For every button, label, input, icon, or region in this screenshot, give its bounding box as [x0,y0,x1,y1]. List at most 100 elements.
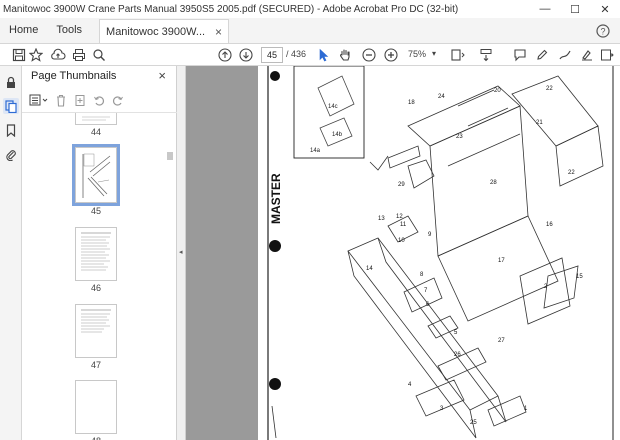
print-icon[interactable] [70,46,88,64]
thumbnail-label: 47 [90,360,101,370]
zoom-out-icon[interactable] [360,46,378,64]
callout-number: 11 [400,222,407,228]
scroll-mode-icon[interactable] [477,46,495,64]
thumbnail-label: 45 [90,206,101,216]
select-cursor-icon[interactable] [314,46,332,64]
callout-number: 28 [490,180,497,186]
panel-toolbar [28,91,126,109]
callout-number: 24 [438,94,445,100]
callout-number: 6 [426,302,430,308]
document-view[interactable]: MASTER 14c 14b 14a 18 24 20 22 23 21 22 … [186,66,620,440]
thumbnail-options-icon[interactable] [28,92,50,108]
page-total: / 436 [286,49,307,59]
window-title: Manitowoc 3900W Crane Parts Manual 3950S… [3,3,459,15]
document-tab[interactable]: Manitowoc 3900W... × [99,19,230,43]
search-icon[interactable] [90,46,108,64]
collapse-panel-arrow[interactable]: ◂ [179,248,183,256]
callout-number: 4 [408,382,412,388]
rotate-left-icon[interactable] [91,92,107,108]
callout-number: 26 [454,352,461,358]
draw-icon[interactable] [556,46,574,64]
window-controls: — ☐ ✕ [530,0,620,18]
thumbnail-page-46[interactable] [75,227,117,281]
callout-number: 22 [546,86,553,92]
master-label: MASTER [269,173,283,224]
document-tab-close-button[interactable]: × [215,25,222,39]
thumbnail-page-44[interactable] [75,113,117,125]
thumbnail-label: 48 [71,436,121,440]
callout-number: 2 [544,284,548,290]
callout-number: 20 [494,88,501,94]
parts-drawing: MASTER 14c 14b 14a 18 24 20 22 23 21 22 … [267,66,614,440]
title-bar: Manitowoc 3900W Crane Parts Manual 3950S… [0,0,620,18]
callout-number: 27 [498,338,505,344]
insert-page-icon[interactable] [72,92,88,108]
zoom-dropdown-arrow[interactable]: ▾ [432,49,436,58]
thumbnail-label: 46 [90,283,101,293]
previous-page-icon[interactable] [216,46,234,64]
toolbar: 45 / 436 75% ▾ [0,44,620,66]
navigation-rail [0,66,22,440]
thumbnail-label: 44 [90,127,101,137]
maximize-button[interactable]: ☐ [560,0,590,18]
pdf-page: MASTER 14c 14b 14a 18 24 20 22 23 21 22 … [258,66,620,440]
callout-number: 25 [470,420,477,426]
callout-number: 12 [396,214,403,220]
panel-title: Page Thumbnails [31,70,117,82]
page-number-input[interactable]: 45 [261,47,283,63]
panel-splitter[interactable]: ◂ [177,66,186,440]
menu-tools[interactable]: Tools [47,17,91,43]
callout-number: 8 [420,272,424,278]
callout-number: 22 [568,170,575,176]
thumbnail-page-47[interactable] [75,304,117,358]
callout-number: 5 [454,330,458,336]
inset-label-14a: 14a [310,148,321,154]
callout-number: 18 [408,100,415,106]
callout-number: 16 [546,222,553,228]
callout-number: 7 [424,288,428,294]
bookmarks-icon[interactable] [3,122,19,138]
callout-number: 23 [456,134,463,140]
callout-number: 29 [398,182,405,188]
callout-number: 1 [524,406,528,412]
save-icon[interactable] [10,46,28,64]
callout-number: 17 [498,258,505,264]
zoom-in-icon[interactable] [382,46,400,64]
bookmark-star-icon[interactable] [27,46,45,64]
sign-icon[interactable] [578,46,596,64]
next-page-icon[interactable] [237,46,255,64]
attachments-icon[interactable] [3,146,19,162]
thumbnail-page-48[interactable] [75,380,117,434]
callout-number: 14 [366,266,373,272]
close-window-button[interactable]: ✕ [590,0,620,18]
thumbnail-page-45[interactable] [72,144,120,206]
svg-text:?: ? [600,27,605,37]
rotate-right-icon[interactable] [110,92,126,108]
highlight-pen-icon[interactable] [533,46,551,64]
document-tab-label: Manitowoc 3900W... [106,25,206,38]
callout-number: 13 [378,216,385,222]
more-tools-icon[interactable] [598,46,616,64]
panel-close-button[interactable]: × [158,68,166,83]
callout-number: 10 [398,238,405,244]
scrollbar-thumb[interactable] [167,152,173,160]
callout-number: 21 [536,120,543,126]
thumbnails-scrollbar[interactable] [167,116,173,436]
callout-number: 9 [428,232,432,238]
comment-icon[interactable] [511,46,529,64]
inset-label-14b: 14b [332,132,343,138]
page-thumbnails-panel: Page Thumbnails × 44 45 46 47 [22,66,177,440]
lock-icon[interactable] [3,74,19,90]
help-icon[interactable]: ? [594,22,612,40]
menu-home[interactable]: Home [0,17,47,43]
page-fit-icon[interactable] [449,46,467,64]
inset-label-14c: 14c [328,104,338,110]
page-thumbnails-icon[interactable] [3,98,19,114]
delete-page-icon[interactable] [53,92,69,108]
zoom-level[interactable]: 75% [408,49,426,59]
hand-tool-icon[interactable] [336,46,354,64]
callout-number: 15 [576,274,583,280]
upload-cloud-icon[interactable] [49,46,67,64]
minimize-button[interactable]: — [530,0,560,18]
tab-bar: Home Tools Manitowoc 3900W... × ? [0,18,620,44]
